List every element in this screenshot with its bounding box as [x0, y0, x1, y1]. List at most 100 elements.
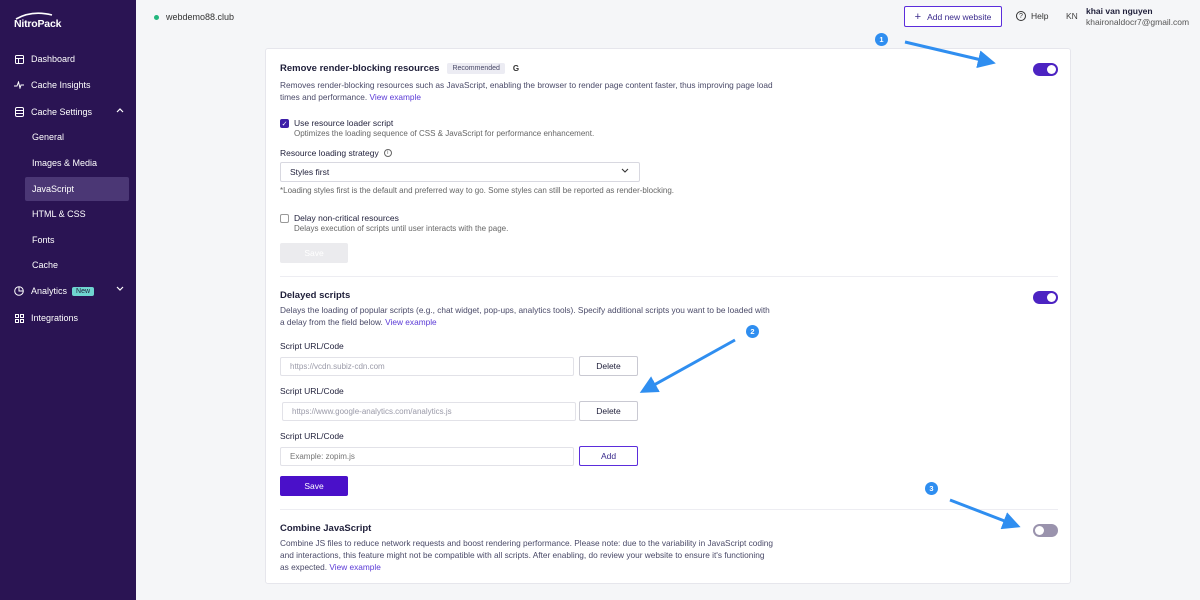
toggle-knob [1047, 65, 1056, 74]
delay-resources-checkbox[interactable] [280, 214, 289, 223]
render-blocking-title: Remove render-blocking resources [280, 63, 440, 74]
delay-resources-description: Delays execution of scripts until user i… [294, 224, 509, 233]
sidebar-item-cache[interactable]: Cache [0, 253, 136, 277]
sidebar-item-cache-settings[interactable]: Cache Settings [0, 100, 136, 124]
render-blocking-description: Removes render-blocking resources such a… [280, 79, 800, 103]
annotation-marker-3: 3 [925, 482, 938, 495]
grid-icon [14, 313, 24, 323]
sidebar-item-label: Cache Insights [31, 80, 91, 90]
script-url-label: Script URL/Code [280, 431, 344, 441]
add-website-label: Add new website [927, 11, 992, 22]
annotation-marker-2: 2 [746, 325, 759, 338]
info-icon[interactable]: i [383, 149, 392, 157]
pulse-icon [14, 80, 24, 90]
delayed-scripts-save-button[interactable]: Save [280, 476, 348, 496]
render-blocking-desc-line2: times and performance. [280, 92, 368, 102]
script-url-label: Script URL/Code [280, 341, 344, 351]
recommended-badge: Recommended [447, 63, 505, 74]
new-script-input[interactable] [280, 447, 574, 466]
combine-js-description: Combine JS files to reduce network reque… [280, 537, 800, 573]
combine-js-desc-line3: as expected. [280, 562, 328, 572]
delayed-scripts-description: Delays the loading of popular scripts (e… [280, 304, 800, 328]
site-selector[interactable]: webdemo88.club [154, 12, 234, 22]
annotation-marker-1: 1 [875, 33, 888, 46]
delay-resources-label: Delay non-critical resources [294, 213, 399, 223]
chevron-up-icon[interactable] [116, 107, 124, 113]
strategy-select[interactable]: Styles first [280, 162, 640, 182]
sidebar-item-label: JavaScript [32, 184, 75, 194]
chevron-down-icon[interactable] [116, 286, 124, 292]
sidebar-item-label: Cache Settings [31, 107, 93, 117]
add-script-button[interactable]: Add [579, 446, 638, 466]
sidebar-item-analytics[interactable]: Analytics New [0, 279, 136, 303]
sidebar-item-label: HTML & CSS [32, 209, 86, 219]
avatar[interactable]: KN [1066, 11, 1078, 21]
brand-name: NitroPack [14, 18, 62, 30]
site-name: webdemo88.club [166, 12, 235, 22]
strategy-note: *Loading styles first is the default and… [280, 186, 674, 195]
use-loader-label: Use resource loader script [294, 118, 394, 128]
sidebar-item-cache-insights[interactable]: Cache Insights [0, 73, 136, 97]
sidebar-item-general[interactable]: General [0, 125, 136, 149]
combine-js-toggle[interactable] [1033, 524, 1058, 537]
topbar: webdemo88.club + Add new website ? Help … [136, 0, 1200, 34]
toggle-knob [1035, 526, 1044, 535]
section-divider [280, 509, 1058, 510]
check-icon: ✓ [281, 120, 288, 128]
delayed-scripts-toggle[interactable] [1033, 291, 1058, 304]
sidebar-item-fonts[interactable]: Fonts [0, 228, 136, 252]
render-blocking-desc-line1: Removes render-blocking resources such a… [280, 80, 773, 90]
strategy-selected-value: Styles first [290, 167, 330, 177]
user-name[interactable]: khai van nguyen [1086, 6, 1153, 16]
sidebar-item-label: Images & Media [32, 158, 98, 168]
strategy-label: Resource loading strategy [280, 148, 379, 158]
javascript-settings-card: Remove render-blocking resources Recomme… [265, 48, 1071, 584]
delayed-scripts-title: Delayed scripts [280, 290, 351, 301]
combine-js-title: Combine JavaScript [280, 523, 372, 534]
pie-chart-icon [14, 286, 24, 296]
sidebar-item-javascript[interactable]: JavaScript [25, 177, 129, 201]
add-website-button[interactable]: + Add new website [904, 6, 1002, 27]
plus-icon: + [914, 10, 922, 23]
sidebar: NitroPack Dashboard Cache Insights Cache… [0, 0, 136, 600]
sidebar-item-label: Fonts [32, 235, 55, 245]
view-example-link[interactable]: View example [369, 92, 421, 102]
dashboard-icon [14, 54, 24, 64]
new-badge: New [72, 286, 95, 296]
delete-script-button[interactable]: Delete [579, 401, 638, 421]
delete-script-button[interactable]: Delete [579, 356, 638, 376]
delayed-scripts-desc-line2: a delay from the field below. [280, 317, 383, 327]
strategy-label-row: Resource loading strategy i [280, 148, 392, 158]
delayed-scripts-desc-line1: Delays the loading of popular scripts (e… [280, 305, 770, 315]
use-loader-description: Optimizes the loading sequence of CSS & … [294, 129, 595, 138]
view-example-link[interactable]: View example [385, 317, 437, 327]
google-icon: G [512, 64, 520, 73]
help-icon: ? [1016, 11, 1026, 21]
script-url-label: Script URL/Code [280, 386, 344, 396]
nitropack-logo[interactable]: NitroPack [14, 12, 74, 32]
chevron-down-icon [621, 168, 629, 173]
help-label: Help [1031, 11, 1049, 21]
use-loader-checkbox[interactable]: ✓ [280, 119, 289, 128]
view-example-link[interactable]: View example [329, 562, 381, 572]
render-blocking-toggle[interactable] [1033, 63, 1058, 76]
user-email: khaironaldocr7@gmail.com [1086, 17, 1190, 27]
script-url-input[interactable] [282, 402, 576, 421]
help-link[interactable]: ? Help [1016, 11, 1048, 21]
toggle-knob [1047, 293, 1056, 302]
sidebar-item-html-css[interactable]: HTML & CSS [0, 202, 136, 226]
sidebar-item-dashboard[interactable]: Dashboard [0, 47, 136, 71]
script-url-input[interactable] [280, 357, 574, 376]
render-blocking-header: Remove render-blocking resources Recomme… [280, 63, 519, 74]
combine-js-desc-line1: Combine JS files to reduce network reque… [280, 538, 774, 548]
section-divider [280, 276, 1058, 277]
sidebar-item-label: Dashboard [31, 54, 76, 64]
combine-js-desc-line2: and interactions, this feature might not… [280, 550, 765, 560]
sidebar-item-label: General [32, 132, 65, 142]
sidebar-item-label: Cache [32, 260, 59, 270]
render-blocking-save-button[interactable]: Save [280, 243, 348, 263]
sidebar-item-label: Integrations [31, 313, 79, 323]
sidebar-item-images-media[interactable]: Images & Media [0, 151, 136, 175]
sidebar-item-integrations[interactable]: Integrations [0, 306, 136, 330]
site-status-dot [154, 14, 159, 20]
